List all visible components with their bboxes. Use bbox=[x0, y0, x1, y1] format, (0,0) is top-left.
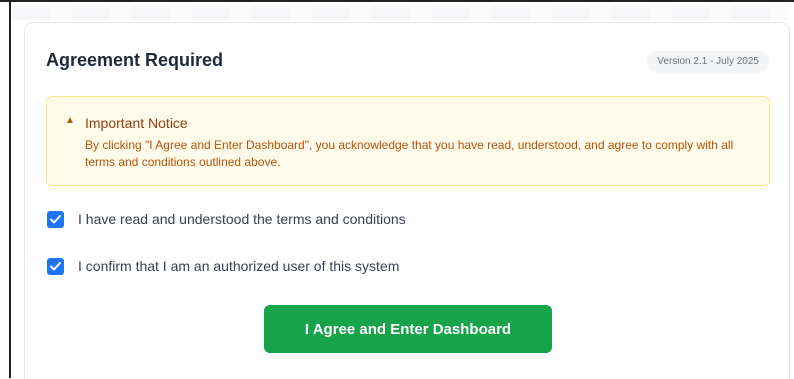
warning-icon: ▲ bbox=[65, 115, 75, 126]
authorized-checkbox-row[interactable]: I confirm that I am an authorized user o… bbox=[47, 257, 399, 275]
authorized-checkbox-label: I confirm that I am an authorized user o… bbox=[78, 258, 400, 274]
background-content bbox=[12, 6, 788, 20]
notice-body: By clicking "I Agree and Enter Dashboard… bbox=[85, 138, 734, 169]
checkmark-icon bbox=[50, 214, 61, 223]
window-top-border bbox=[0, 0, 794, 2]
page-title: Agreement Required bbox=[46, 50, 224, 70]
checkmark-icon bbox=[50, 261, 61, 270]
authorized-checkbox[interactable] bbox=[47, 257, 64, 275]
terms-checkbox-row[interactable]: I have read and understood the terms and… bbox=[47, 210, 406, 228]
window-left-border bbox=[9, 2, 11, 378]
terms-checkbox[interactable] bbox=[47, 210, 64, 228]
terms-checkbox-label: I have read and understood the terms and… bbox=[78, 211, 406, 227]
important-notice: ▲ Important Notice By clicking "I Agree … bbox=[46, 96, 770, 186]
version-badge: Version 2.1 - July 2025 bbox=[647, 51, 769, 73]
agree-enter-dashboard-button[interactable]: I Agree and Enter Dashboard bbox=[264, 305, 552, 353]
notice-title: Important Notice bbox=[85, 115, 188, 131]
